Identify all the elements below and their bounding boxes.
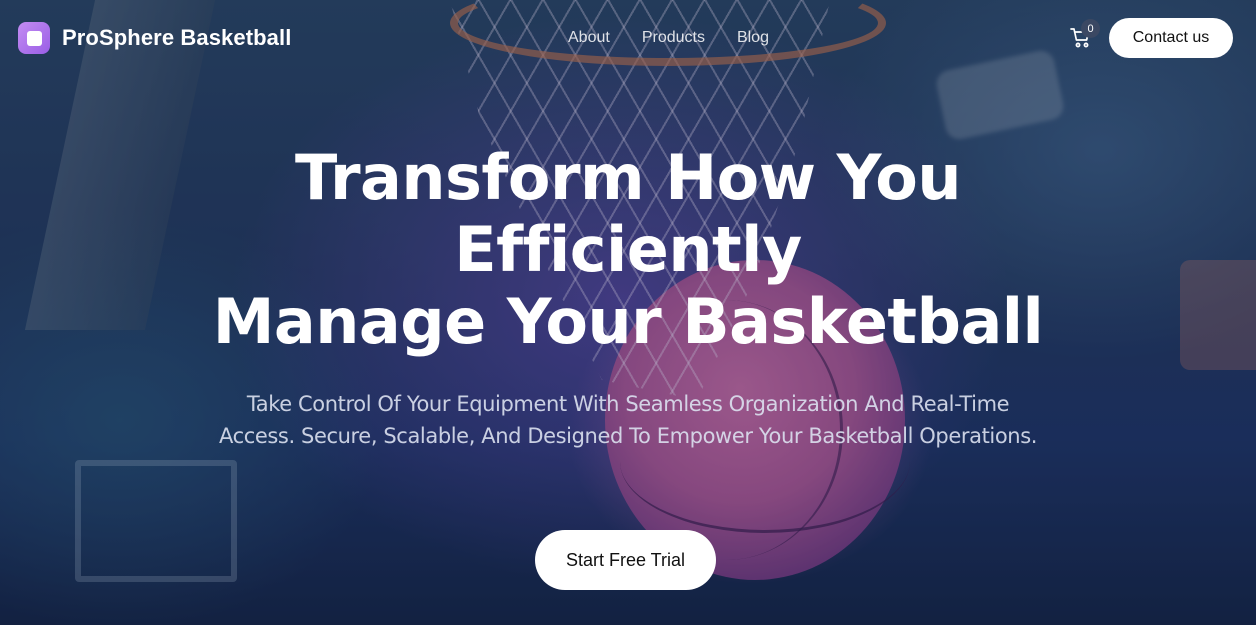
brand-name: ProSphere Basketball — [62, 25, 292, 50]
hero-title-line: Efficiently — [454, 213, 802, 286]
brand-logo-link[interactable]: ProSphere Basketball — [18, 22, 291, 54]
cart-count-badge: 0 — [1081, 19, 1100, 38]
contact-us-button[interactable]: Contact us — [1109, 18, 1233, 58]
hero-title: Transform How You Efficiently Manage You… — [128, 142, 1128, 358]
nav-link-about[interactable]: About — [568, 29, 610, 47]
start-free-trial-button[interactable]: Start Free Trial — [535, 530, 716, 590]
app-logo-icon — [18, 22, 50, 54]
hero-subtitle: Take Control Of Your Equipment With Seam… — [218, 392, 1038, 448]
hero-title-line: Manage Your Basketball — [212, 285, 1044, 358]
hero-title-line: Transform How You — [294, 141, 962, 214]
main-nav: About Products Blog — [568, 29, 769, 47]
nav-link-blog[interactable]: Blog — [737, 29, 769, 47]
top-navbar: ProSphere Basketball About Products Blog… — [0, 0, 1256, 80]
nav-link-products[interactable]: Products — [642, 29, 705, 47]
